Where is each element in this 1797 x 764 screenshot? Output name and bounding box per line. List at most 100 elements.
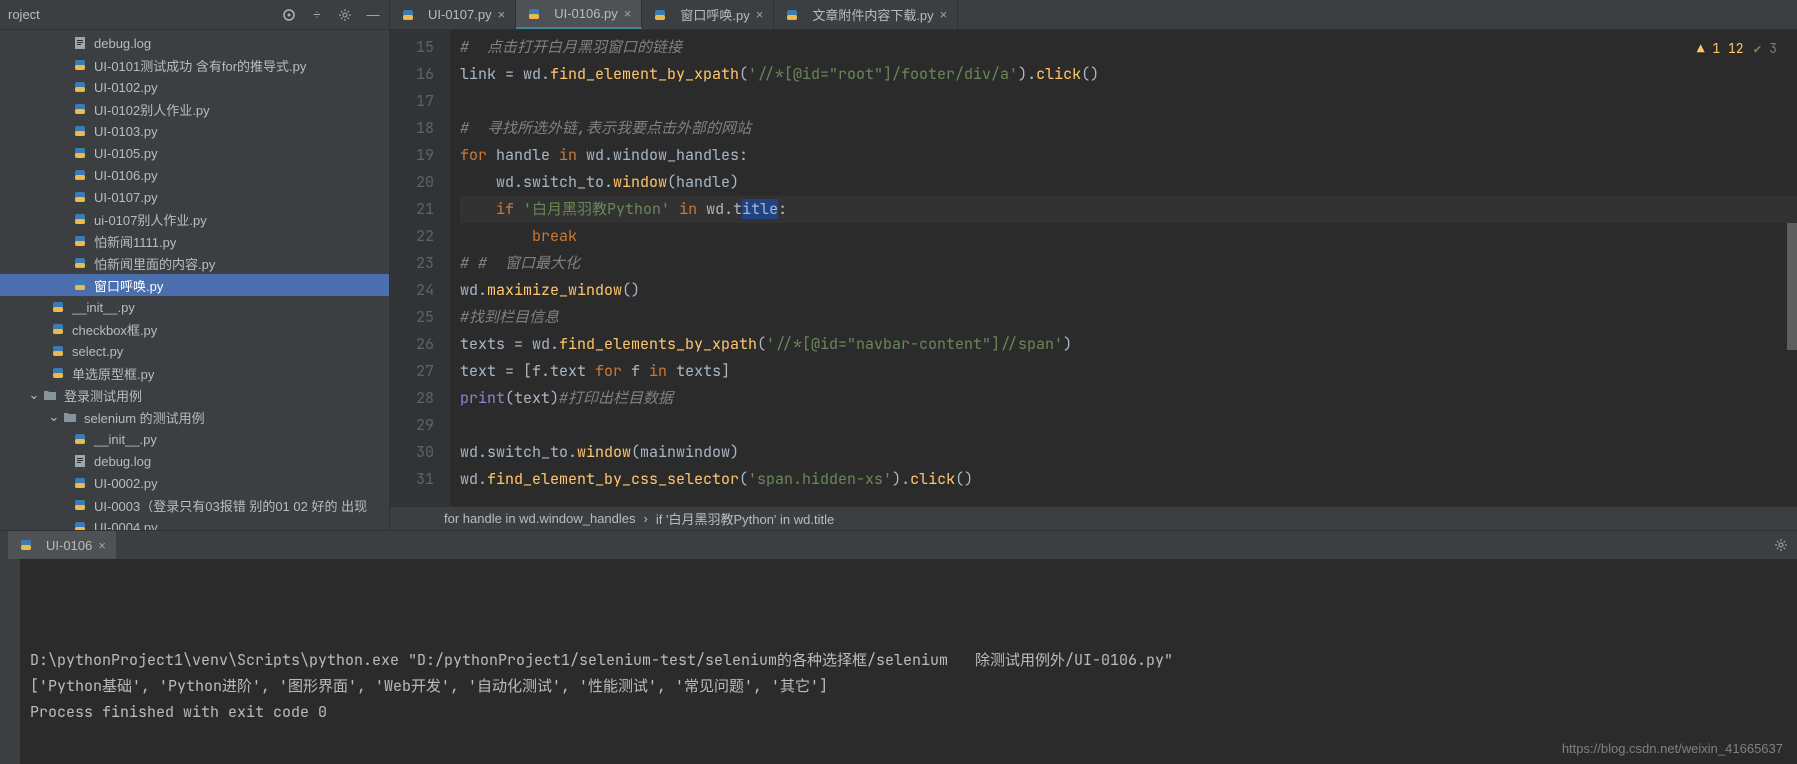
code-line[interactable]: wd.maximize_window() — [460, 277, 1797, 304]
tree-file[interactable]: select.py — [0, 340, 389, 362]
editor-tab[interactable]: 窗口呼唤.py × — [642, 0, 774, 29]
python-icon — [784, 7, 800, 23]
file-label: UI-0102.py — [94, 80, 158, 95]
console-tabs: UI-0106 × — [0, 531, 1797, 559]
tree-file[interactable]: UI-0103.py — [0, 120, 389, 142]
py-icon — [50, 343, 66, 359]
code-line[interactable]: link = wd.find_element_by_xpath('//*[@id… — [460, 61, 1797, 88]
locate-icon[interactable] — [281, 7, 297, 23]
code-line[interactable]: # 寻找所选外链,表示我要点击外部的网站 — [460, 115, 1797, 142]
gear-icon[interactable] — [337, 7, 353, 23]
close-icon[interactable]: × — [98, 538, 106, 553]
editor-tab[interactable]: 文章附件内容下载.py × — [774, 0, 958, 29]
editor-tab[interactable]: UI-0107.py× — [390, 0, 516, 29]
tree-file[interactable]: __init__.py — [0, 428, 389, 450]
console-line: Process finished with exit code 0 — [30, 699, 1767, 725]
close-icon[interactable]: × — [756, 7, 764, 22]
tree-file[interactable]: UI-0101测试成功 含有for的推导式.py — [0, 54, 389, 76]
tree-file[interactable]: 怕新闻1111.py — [0, 230, 389, 252]
project-sidebar: roject ÷ — debug.logUI-0101测试成功 含有for的推导… — [0, 0, 390, 530]
line-number[interactable]: 29 — [390, 412, 434, 439]
inspection-badges[interactable]: ▲ 1 12 ✔ 3 — [1697, 40, 1777, 57]
line-number[interactable]: 16 — [390, 61, 434, 88]
tree-file[interactable]: UI-0107.py — [0, 186, 389, 208]
code-line[interactable]: break — [460, 223, 1797, 250]
code-line[interactable]: # # 窗口最大化 — [460, 250, 1797, 277]
console-tab[interactable]: UI-0106 × — [8, 531, 116, 559]
line-number[interactable]: 31 — [390, 466, 434, 493]
tree-file[interactable]: 怕新闻里面的内容.py — [0, 252, 389, 274]
line-gutter[interactable]: 1516171819202122232425262728293031 — [390, 30, 450, 506]
tree-file[interactable]: 单选原型框.py — [0, 362, 389, 384]
console-panel: UI-0106 × D:\pythonProject1\venv\Scripts… — [0, 530, 1797, 764]
breadcrumb-seg-1[interactable]: for handle in wd.window_handles — [444, 511, 636, 526]
file-label: __init__.py — [72, 300, 135, 315]
code-line[interactable]: wd.find_element_by_css_selector('span.hi… — [460, 466, 1797, 493]
code-line[interactable]: print(text)#打印出栏目数据 — [460, 385, 1797, 412]
tab-label: 窗口呼唤.py — [680, 5, 749, 24]
console-gear-icon[interactable] — [1773, 537, 1789, 553]
collapse-icon[interactable]: ÷ — [309, 7, 325, 23]
close-icon[interactable]: × — [498, 7, 506, 22]
console-output[interactable]: D:\pythonProject1\venv\Scripts\python.ex… — [0, 559, 1797, 764]
line-number[interactable]: 26 — [390, 331, 434, 358]
tree-file[interactable]: UI-0106.py — [0, 164, 389, 186]
line-number[interactable]: 15 — [390, 34, 434, 61]
close-icon[interactable]: × — [940, 7, 948, 22]
code-line[interactable]: for handle in wd.window_handles: — [460, 142, 1797, 169]
code-line[interactable] — [460, 412, 1797, 439]
code-line[interactable]: wd.switch_to.window(mainwindow) — [460, 439, 1797, 466]
tree-file[interactable]: 窗口呼唤.py — [0, 274, 389, 296]
py-icon — [72, 57, 88, 73]
code-line[interactable]: wd.switch_to.window(handle) — [460, 169, 1797, 196]
tree-file[interactable]: checkbox框.py — [0, 318, 389, 340]
chevron-down-icon[interactable]: ⌄ — [28, 387, 40, 403]
tree-file[interactable]: debug.log — [0, 32, 389, 54]
chevron-down-icon[interactable]: ⌄ — [48, 409, 60, 425]
tree-file[interactable]: UI-0004.py — [0, 516, 389, 530]
line-number[interactable]: 19 — [390, 142, 434, 169]
tree-file[interactable]: ui-0107别人作业.py — [0, 208, 389, 230]
code-content[interactable]: # 点击打开白月黑羽窗口的链接link = wd.find_element_by… — [450, 30, 1797, 506]
code-line[interactable]: # 点击打开白月黑羽窗口的链接 — [460, 34, 1797, 61]
breadcrumb-seg-2[interactable]: if '白月黑羽教Python' in wd.title — [656, 509, 834, 528]
py-icon — [72, 189, 88, 205]
tree-file[interactable]: UI-0102别人作业.py — [0, 98, 389, 120]
warning-icon[interactable]: ▲ 1 12 — [1697, 40, 1744, 57]
line-number[interactable]: 24 — [390, 277, 434, 304]
line-number[interactable]: 21 — [390, 196, 434, 223]
tab-label: 文章附件内容下载.py — [812, 5, 933, 24]
line-number[interactable]: 27 — [390, 358, 434, 385]
breadcrumb[interactable]: for handle in wd.window_handles › if '白月… — [390, 506, 1797, 530]
file-tree[interactable]: debug.logUI-0101测试成功 含有for的推导式.pyUI-0102… — [0, 30, 389, 530]
code-line[interactable]: #找到栏目信息 — [460, 304, 1797, 331]
tree-file[interactable]: UI-0002.py — [0, 472, 389, 494]
line-number[interactable]: 28 — [390, 385, 434, 412]
line-number[interactable]: 17 — [390, 88, 434, 115]
code-line[interactable]: texts = wd.find_elements_by_xpath('//*[@… — [460, 331, 1797, 358]
line-number[interactable]: 18 — [390, 115, 434, 142]
hide-icon[interactable]: — — [365, 7, 381, 23]
tree-file[interactable]: __init__.py — [0, 296, 389, 318]
line-number[interactable]: 25 — [390, 304, 434, 331]
tree-folder[interactable]: ⌄selenium 的测试用例 — [0, 406, 389, 428]
editor-body[interactable]: ▲ 1 12 ✔ 3 15161718192021222324252627282… — [390, 30, 1797, 506]
tree-file[interactable]: UI-0003（登录只有03报错 别的01 02 好的 出现 — [0, 494, 389, 516]
line-number[interactable]: 30 — [390, 439, 434, 466]
line-number[interactable]: 20 — [390, 169, 434, 196]
tree-file[interactable]: UI-0102.py — [0, 76, 389, 98]
editor-tab[interactable]: UI-0106.py× — [516, 0, 642, 29]
tree-file[interactable]: UI-0105.py — [0, 142, 389, 164]
py-icon — [50, 299, 66, 315]
code-line[interactable]: if '白月黑羽教Python' in wd.title: — [460, 196, 1797, 223]
close-icon[interactable]: × — [624, 6, 632, 21]
line-number[interactable]: 22 — [390, 223, 434, 250]
tree-folder[interactable]: ⌄登录测试用例 — [0, 384, 389, 406]
file-label: 怕新闻里面的内容.py — [94, 254, 215, 273]
tree-file[interactable]: debug.log — [0, 450, 389, 472]
ok-icon[interactable]: ✔ 3 — [1754, 40, 1777, 57]
editor-tabs: UI-0107.py×UI-0106.py×窗口呼唤.py×文章附件内容下载.p… — [390, 0, 1797, 30]
code-line[interactable]: text = [f.text for f in texts] — [460, 358, 1797, 385]
line-number[interactable]: 23 — [390, 250, 434, 277]
code-line[interactable] — [460, 88, 1797, 115]
